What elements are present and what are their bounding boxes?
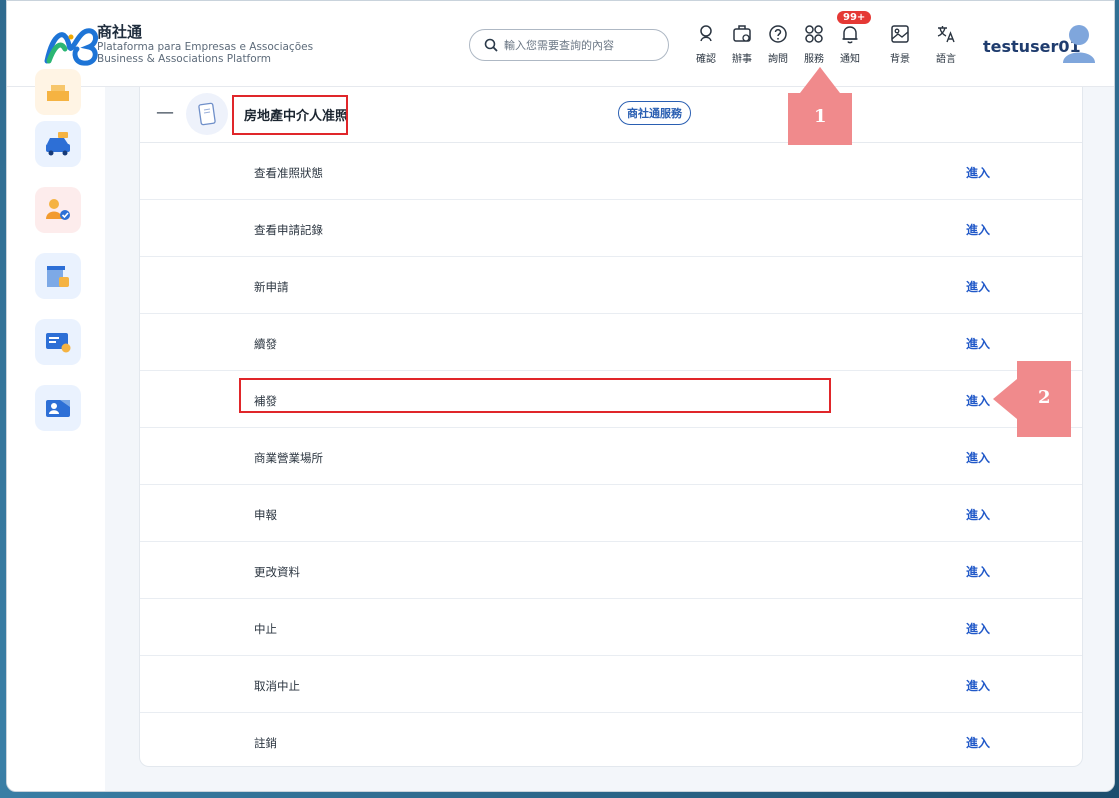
profile-card-icon [46, 400, 70, 417]
toolbar-notifications[interactable]: 通知 [833, 23, 867, 65]
enter-link[interactable]: 進入 [966, 563, 990, 580]
list-item[interactable]: 取消中止 進入 [140, 656, 1082, 713]
highlight-service-title [232, 95, 348, 135]
confirm-icon [700, 25, 712, 42]
sidebar [7, 69, 105, 791]
list-item-label: 商業營業場所 [254, 451, 323, 465]
brand-title: 商社通 [97, 23, 143, 41]
main-content: — 房地產中介人准照 商社通服務 查看准照狀態 進入 查看申請記錄 進入 新申請… [105, 87, 1114, 791]
brand-subtitle-en: Business & Associations Platform [97, 53, 272, 65]
toolbar-services[interactable]: 服務 [797, 23, 831, 65]
search-placeholder: 輸入您需要查詢的內容 [504, 39, 614, 52]
list-item[interactable]: 商業營業場所 進入 [140, 428, 1082, 485]
list-item-label: 申報 [254, 508, 277, 522]
brand-subtitle: Plataforma para Empresas e Associações B… [97, 41, 313, 65]
enter-link[interactable]: 進入 [966, 221, 990, 238]
list-item[interactable]: 更改資料 進入 [140, 542, 1082, 599]
enter-link[interactable]: 進入 [966, 449, 990, 466]
search-icon [484, 38, 498, 52]
list-item-label: 查看准照狀態 [254, 166, 323, 180]
enter-link[interactable]: 進入 [966, 278, 990, 295]
image-icon [891, 25, 909, 43]
toolbar-background-label: 背景 [890, 54, 910, 65]
people-check-icon [46, 199, 70, 220]
id-card-icon [46, 333, 71, 353]
list-item-label: 更改資料 [254, 565, 300, 579]
top-header: 商社通 Plataforma para Empresas e Associaçõ… [7, 1, 1114, 87]
list-item[interactable]: 新申請 進入 [140, 257, 1082, 314]
service-tag-badge: 商社通服務 [618, 101, 691, 125]
briefcase-icon [733, 25, 751, 42]
toolbar-tasks-label: 辦事 [732, 54, 752, 65]
list-item[interactable]: 查看准照狀態 進入 [140, 143, 1082, 200]
callout-step-2-number: 2 [1038, 387, 1051, 408]
toolbar-services-label: 服務 [804, 54, 824, 65]
toolbar-inquiry-label: 詢問 [768, 54, 788, 65]
question-icon [769, 25, 787, 43]
enter-link[interactable]: 進入 [966, 335, 990, 352]
toolbar-inquiry[interactable]: 詢問 [761, 23, 795, 65]
app-window: 商社通 Plataforma para Empresas e Associaçõ… [6, 0, 1115, 792]
enter-link[interactable]: 進入 [966, 677, 990, 694]
building-icon [47, 266, 69, 287]
callout-step-1-number: 1 [814, 106, 827, 127]
toolbar-tasks[interactable]: 辦事 [725, 23, 759, 65]
search-input[interactable]: 輸入您需要查詢的內容 [469, 29, 669, 61]
toolbar-notifications-label: 通知 [840, 54, 860, 65]
translate-icon [937, 26, 955, 43]
notification-badge: 99+ [837, 11, 872, 24]
enter-link[interactable]: 進入 [966, 620, 990, 637]
list-item-label: 續發 [254, 337, 277, 351]
list-item[interactable]: 續發 進入 [140, 314, 1082, 371]
callout-step-2 [993, 361, 1071, 437]
enter-link[interactable]: 進入 [966, 392, 990, 409]
collapse-icon[interactable]: — [156, 102, 174, 123]
bell-icon [842, 26, 858, 44]
sidebar-item-persons[interactable] [35, 187, 81, 233]
list-item[interactable]: 註銷 進入 [140, 713, 1082, 770]
step-2-label: 2 [1038, 387, 1051, 408]
services-grid-icon [805, 25, 823, 43]
car-icon [46, 132, 70, 156]
enter-link[interactable]: 進入 [966, 506, 990, 523]
sidebar-item-business[interactable] [35, 69, 81, 115]
list-item-label: 查看申請記錄 [254, 223, 323, 237]
avatar[interactable] [1061, 23, 1097, 63]
service-card: — 房地產中介人准照 商社通服務 查看准照狀態 進入 查看申請記錄 進入 新申請… [139, 87, 1083, 767]
sidebar-item-profile[interactable] [35, 385, 81, 431]
toolbar-background[interactable]: 背景 [883, 23, 917, 65]
document-icon [186, 93, 228, 135]
sidebar-item-building[interactable] [35, 253, 81, 299]
toolbar-confirm[interactable]: 確認 [689, 23, 723, 65]
sidebar-item-vehicle[interactable] [35, 121, 81, 167]
list-item[interactable]: 中止 進入 [140, 599, 1082, 656]
shop-icon [47, 85, 69, 101]
toolbar-language[interactable]: 語言 [929, 23, 963, 65]
brand-subtitle-pt: Plataforma para Empresas e Associações [97, 41, 314, 53]
list-item-label: 新申請 [254, 280, 289, 294]
toolbar-language-label: 語言 [936, 54, 956, 65]
list-item[interactable]: 申報 進入 [140, 485, 1082, 542]
list-item-label: 註銷 [254, 736, 277, 750]
sidebar-item-card[interactable] [35, 319, 81, 365]
list-item-label: 中止 [254, 622, 277, 636]
highlight-reissue-row [239, 378, 831, 413]
enter-link[interactable]: 進入 [966, 734, 990, 751]
list-item[interactable]: 查看申請記錄 進入 [140, 200, 1082, 257]
toolbar-confirm-label: 確認 [696, 54, 716, 65]
step-1-label: 1 [814, 106, 827, 127]
enter-link[interactable]: 進入 [966, 164, 990, 181]
list-item-label: 取消中止 [254, 679, 300, 693]
brand-logo[interactable] [43, 23, 101, 67]
